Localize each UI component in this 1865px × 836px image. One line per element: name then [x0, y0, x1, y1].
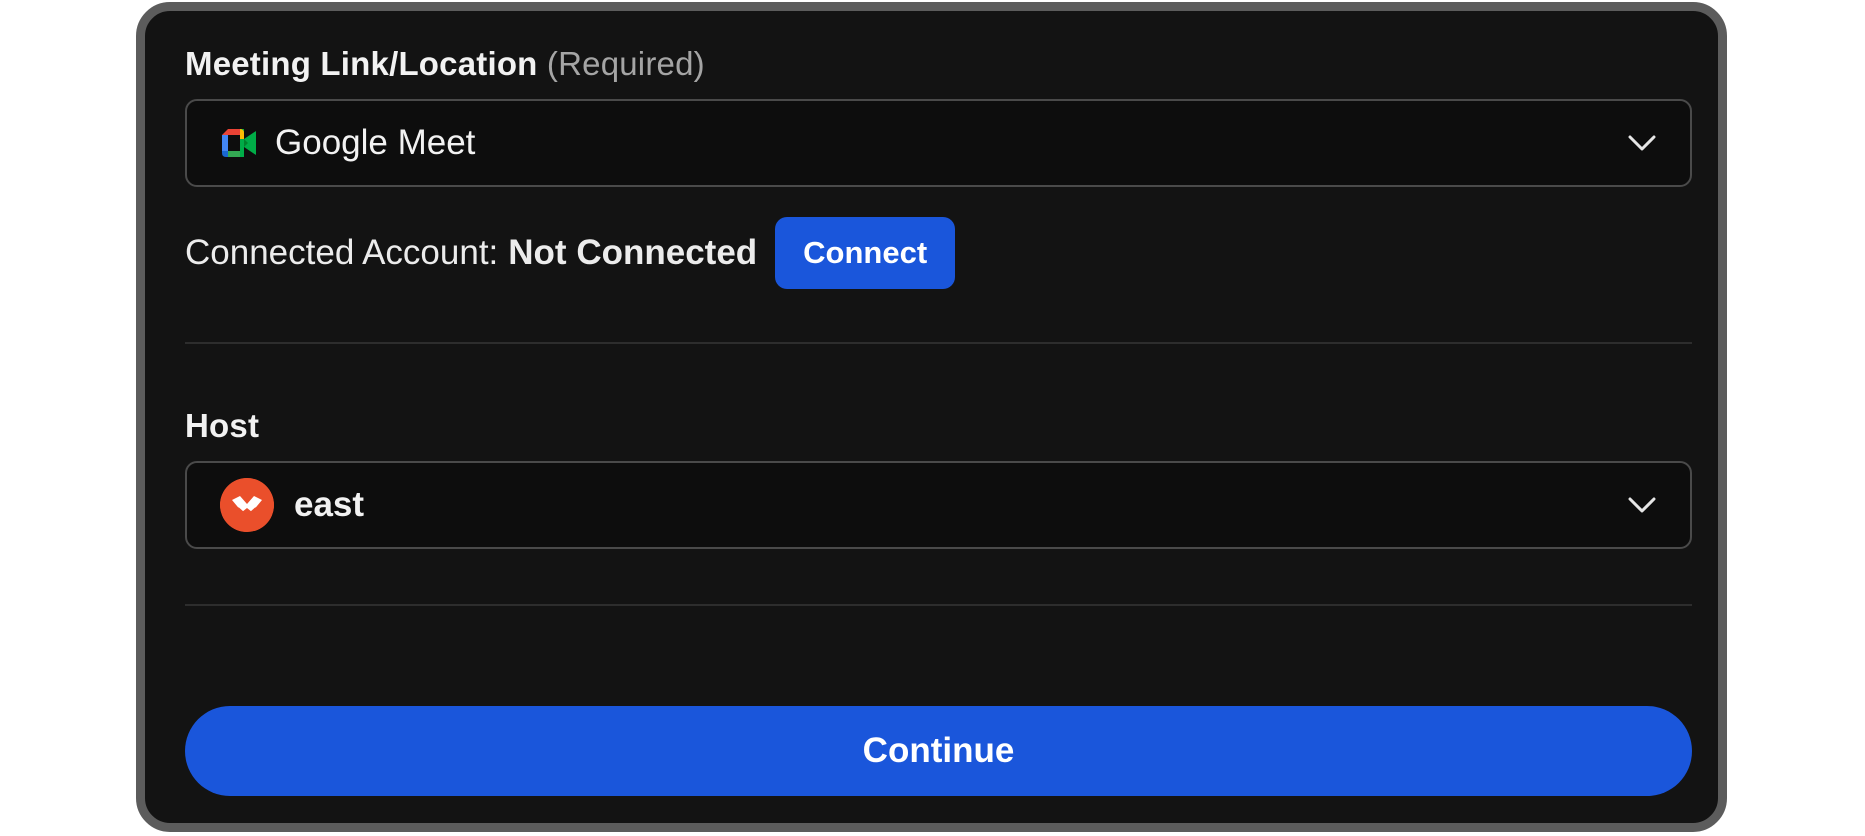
meeting-settings-panel: Meeting Link/Location (Required) Google …	[136, 2, 1727, 832]
meeting-location-select[interactable]: Google Meet	[185, 99, 1692, 187]
google-meet-icon	[222, 129, 256, 157]
connected-account-row: Connected Account: Not Connected Connect	[185, 216, 956, 290]
divider	[185, 604, 1692, 606]
panel-content: Meeting Link/Location (Required) Google …	[185, 11, 1692, 823]
divider	[185, 342, 1692, 344]
meeting-location-label: Meeting Link/Location (Required)	[185, 45, 705, 83]
continue-button[interactable]: Continue	[185, 706, 1692, 796]
chevron-down-icon	[1628, 135, 1656, 151]
host-avatar	[220, 478, 274, 532]
host-value: east	[294, 485, 365, 524]
host-select[interactable]: east	[185, 461, 1692, 549]
required-note: (Required)	[546, 45, 705, 82]
connected-account-label: Connected Account:	[185, 233, 499, 272]
connect-button[interactable]: Connect	[775, 217, 956, 289]
meeting-location-label-text: Meeting Link/Location	[185, 45, 538, 82]
connection-status: Not Connected	[508, 233, 758, 272]
host-label: Host	[185, 407, 260, 444]
chevron-down-icon	[1628, 497, 1656, 513]
meeting-location-value: Google Meet	[275, 123, 476, 162]
